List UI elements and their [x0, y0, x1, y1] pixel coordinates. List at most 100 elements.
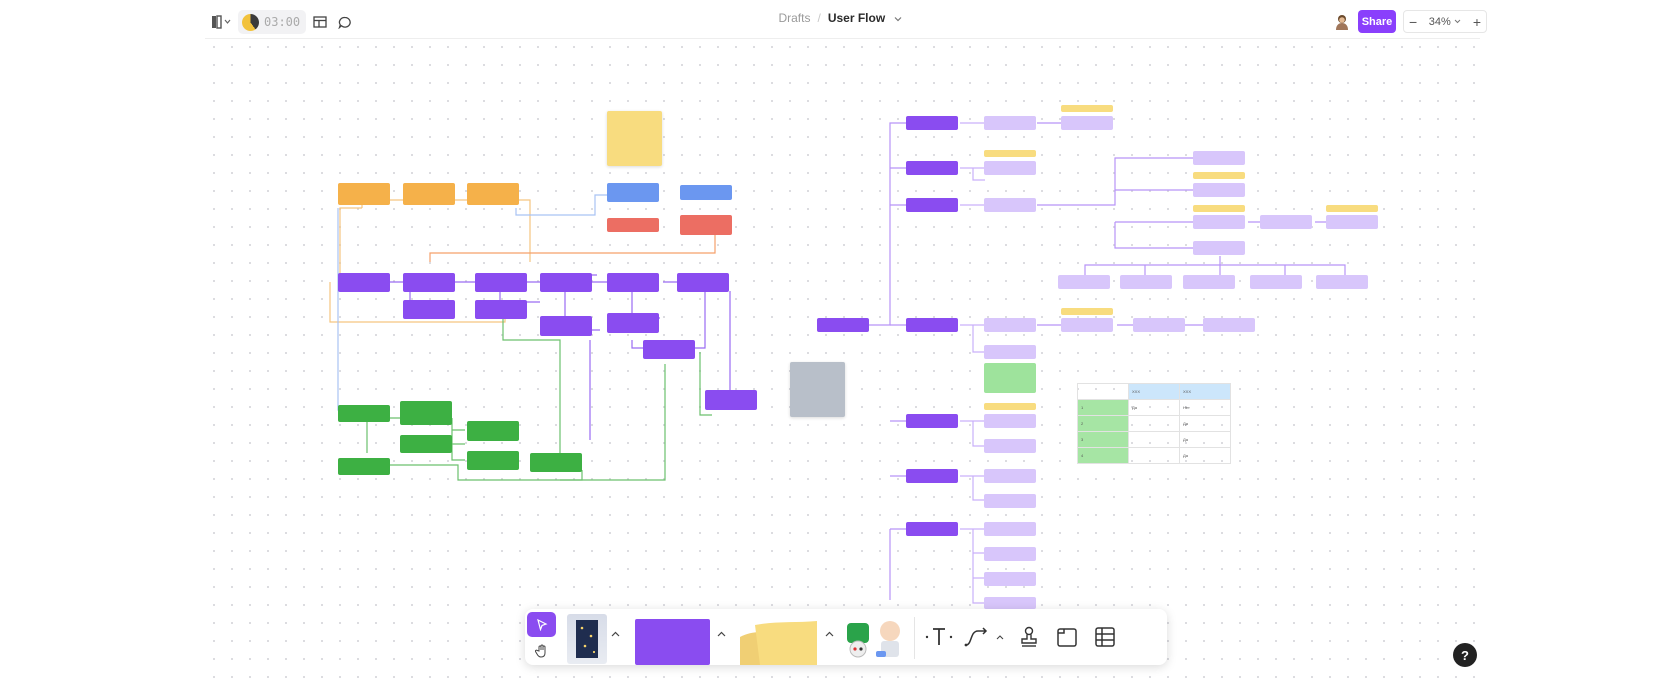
- flow-node[interactable]: [643, 340, 695, 359]
- mindmap-branch[interactable]: [906, 414, 958, 428]
- flow-node[interactable]: [338, 458, 390, 475]
- flow-node[interactable]: [540, 316, 592, 336]
- zoom-level[interactable]: 34%: [1429, 16, 1451, 28]
- flow-node[interactable]: [467, 421, 519, 441]
- flow-node[interactable]: [338, 183, 390, 205]
- sticky-expand[interactable]: [822, 627, 836, 641]
- timer-widget[interactable]: 03:00: [238, 10, 306, 34]
- flow-node[interactable]: [403, 300, 455, 319]
- note-label[interactable]: [1193, 172, 1245, 179]
- flow-node[interactable]: [467, 451, 519, 470]
- flow-node[interactable]: [475, 300, 527, 319]
- hand-tool[interactable]: [527, 639, 556, 663]
- zoom-in-button[interactable]: +: [1473, 14, 1481, 30]
- mindmap-leaf[interactable]: [1120, 275, 1172, 289]
- mindmap-leaf[interactable]: [984, 469, 1036, 483]
- flow-node[interactable]: [403, 183, 455, 205]
- flow-node[interactable]: [607, 313, 659, 333]
- flow-node[interactable]: [475, 273, 527, 292]
- user-avatar[interactable]: [1333, 12, 1351, 32]
- mindmap-leaf[interactable]: [984, 572, 1036, 586]
- flow-node[interactable]: [677, 273, 729, 292]
- note-label[interactable]: [1061, 308, 1113, 315]
- flow-node[interactable]: [400, 435, 452, 453]
- breadcrumb-drafts[interactable]: Drafts: [778, 11, 810, 25]
- templates-tool[interactable]: [567, 614, 607, 664]
- flow-node[interactable]: [680, 185, 732, 200]
- flow-node[interactable]: [680, 215, 732, 235]
- flow-node[interactable]: [705, 390, 757, 410]
- mindmap-leaf[interactable]: [984, 494, 1036, 508]
- stamp-tool[interactable]: [1012, 623, 1046, 651]
- note-label[interactable]: [1061, 105, 1113, 112]
- mindmap-leaf[interactable]: [1058, 275, 1110, 289]
- share-button[interactable]: Share: [1358, 10, 1396, 33]
- mindmap-leaf[interactable]: [1316, 275, 1368, 289]
- mindmap-leaf[interactable]: [1061, 318, 1113, 332]
- zoom-out-button[interactable]: −: [1409, 14, 1417, 30]
- flow-node[interactable]: [607, 183, 659, 202]
- table-tool[interactable]: [1088, 623, 1122, 651]
- stickers-tool[interactable]: [843, 615, 905, 663]
- connector-expand[interactable]: [994, 630, 1006, 644]
- mindmap-branch[interactable]: [906, 522, 958, 536]
- mindmap-leaf[interactable]: [1326, 215, 1378, 229]
- flow-node[interactable]: [540, 273, 592, 292]
- text-tool[interactable]: [922, 623, 956, 651]
- mindmap-leaf[interactable]: [984, 522, 1036, 536]
- shape-tool[interactable]: [635, 619, 710, 665]
- mindmap-leaf[interactable]: [1250, 275, 1302, 289]
- board-title[interactable]: User Flow: [828, 11, 885, 25]
- mindmap-leaf[interactable]: [1183, 275, 1235, 289]
- mindmap-leaf[interactable]: [1061, 116, 1113, 130]
- flow-node[interactable]: [607, 218, 659, 232]
- mindmap-branch[interactable]: [906, 198, 958, 212]
- chevron-down-icon[interactable]: [1454, 19, 1461, 24]
- comments-button[interactable]: [335, 12, 355, 32]
- mindmap-leaf[interactable]: [1193, 183, 1245, 197]
- mindmap-leaf[interactable]: [984, 318, 1036, 332]
- layout-button[interactable]: [310, 12, 330, 32]
- mindmap-leaf[interactable]: [984, 161, 1036, 175]
- mindmap-leaf[interactable]: [984, 116, 1036, 130]
- mindmap-root[interactable]: [817, 318, 869, 332]
- flow-node[interactable]: [400, 401, 452, 425]
- note-label[interactable]: [984, 150, 1036, 157]
- mindmap-leaf[interactable]: [1193, 215, 1245, 229]
- sticky-note[interactable]: [607, 111, 662, 166]
- mindmap-leaf[interactable]: [1260, 215, 1312, 229]
- mindmap-branch[interactable]: [906, 161, 958, 175]
- flow-node[interactable]: [467, 183, 519, 205]
- flow-node[interactable]: [338, 405, 390, 422]
- note-card[interactable]: [984, 363, 1036, 393]
- mindmap-leaf[interactable]: [1203, 318, 1255, 332]
- shape-expand[interactable]: [714, 627, 728, 641]
- sticky-note[interactable]: [790, 362, 845, 417]
- main-menu-button[interactable]: [210, 12, 232, 32]
- mindmap-leaf[interactable]: [984, 439, 1036, 453]
- mindmap-leaf[interactable]: [984, 414, 1036, 428]
- mindmap-leaf[interactable]: [1133, 318, 1185, 332]
- flow-node[interactable]: [403, 273, 455, 292]
- mindmap-branch[interactable]: [906, 469, 958, 483]
- mindmap-leaf[interactable]: [1193, 151, 1245, 165]
- mindmap-leaf[interactable]: [984, 345, 1036, 359]
- mindmap-leaf[interactable]: [984, 547, 1036, 561]
- flow-node[interactable]: [530, 453, 582, 472]
- mindmap-branch[interactable]: [906, 116, 958, 130]
- note-label[interactable]: [984, 403, 1036, 410]
- flow-node[interactable]: [338, 273, 390, 292]
- frame-tool[interactable]: [1050, 623, 1084, 651]
- help-button[interactable]: ?: [1453, 643, 1477, 667]
- mindmap-branch[interactable]: [906, 318, 958, 332]
- select-tool[interactable]: [527, 612, 556, 637]
- mindmap-leaf[interactable]: [984, 198, 1036, 212]
- flow-node[interactable]: [607, 273, 659, 292]
- note-label[interactable]: [1326, 205, 1378, 212]
- connector-tool[interactable]: [960, 623, 994, 651]
- sticky-note-tool[interactable]: [735, 619, 820, 665]
- templates-expand[interactable]: [608, 627, 622, 641]
- mindmap-leaf[interactable]: [984, 597, 1036, 609]
- mindmap-leaf[interactable]: [1193, 241, 1245, 255]
- canvas-table[interactable]: ХХХ ХХХ 1 Да Нет 2 Да 3 Да 4 Да: [1077, 383, 1231, 464]
